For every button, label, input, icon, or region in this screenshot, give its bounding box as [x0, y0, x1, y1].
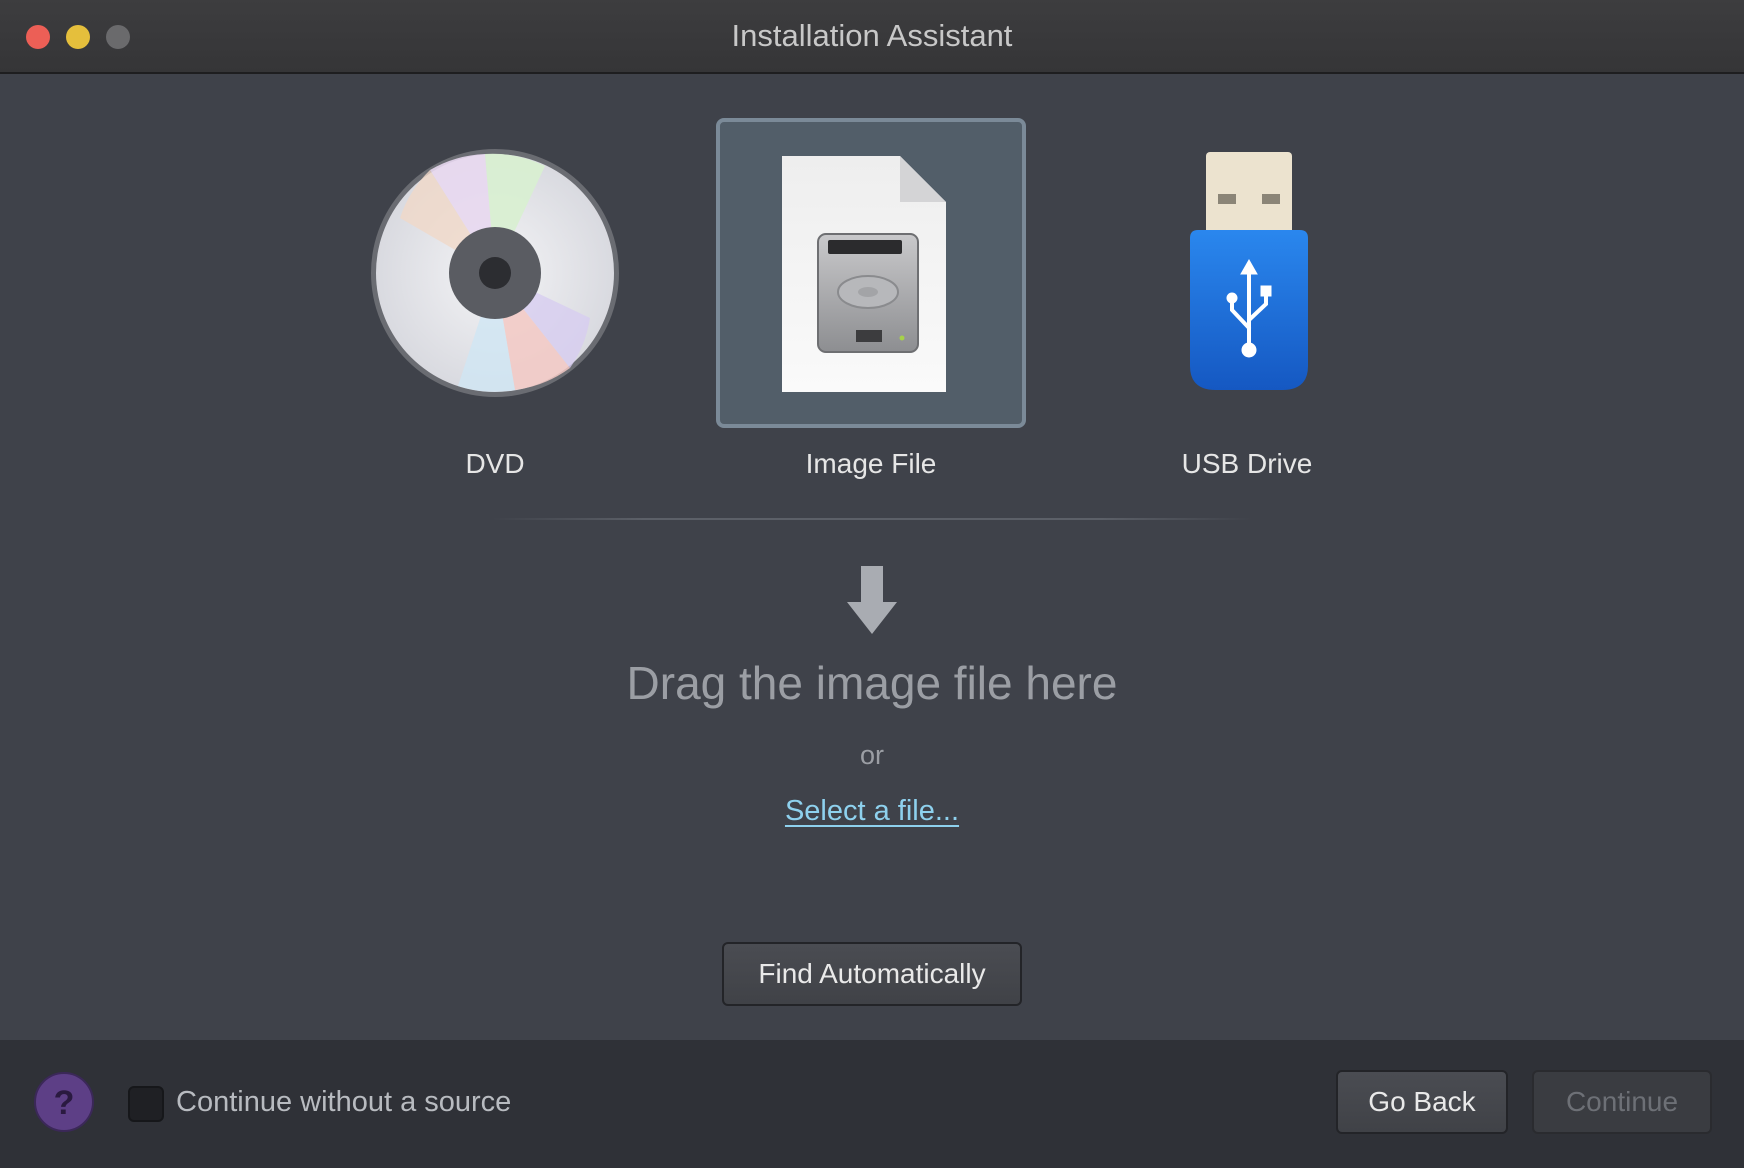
- go-back-button[interactable]: Go Back: [1336, 1070, 1508, 1134]
- usb-drive-icon: [1190, 152, 1308, 390]
- image-file-label: Image File: [805, 448, 937, 479]
- help-question-icon: ?: [54, 1084, 75, 1122]
- find-automatically-button[interactable]: Find Automatically: [722, 942, 1022, 1006]
- disk-image-file-icon: [782, 156, 946, 392]
- divider: [492, 518, 1252, 520]
- source-option-usb-drive[interactable]: [1092, 118, 1402, 428]
- window-title: Installation Assistant: [731, 18, 1013, 53]
- installation-assistant-window: Installation Assistant DVD Image File US…: [0, 0, 1744, 1168]
- continue-button[interactable]: Continue: [1532, 1070, 1712, 1134]
- down-arrow-icon: [847, 566, 897, 634]
- continue-without-source-label[interactable]: Continue without a source: [176, 1086, 511, 1119]
- source-option-dvd[interactable]: [340, 118, 650, 428]
- dvd-label: DVD: [465, 448, 525, 479]
- help-button[interactable]: ?: [34, 1072, 94, 1132]
- svg-text:?: ?: [54, 1084, 75, 1122]
- drop-zone-or: or: [859, 740, 884, 770]
- continue-without-source-checkbox[interactable]: [128, 1086, 164, 1122]
- source-option-image-file[interactable]: [716, 118, 1026, 428]
- drop-zone-title: Drag the image file here: [626, 657, 1118, 709]
- dvd-disc-icon: [371, 149, 619, 397]
- footer-bar: ? Continue without a source Go Back Cont…: [0, 1040, 1744, 1168]
- usb-drive-label: USB Drive: [1181, 448, 1313, 479]
- select-file-link[interactable]: Select a file...: [0, 795, 1744, 828]
- title-bar: Installation Assistant: [0, 0, 1744, 74]
